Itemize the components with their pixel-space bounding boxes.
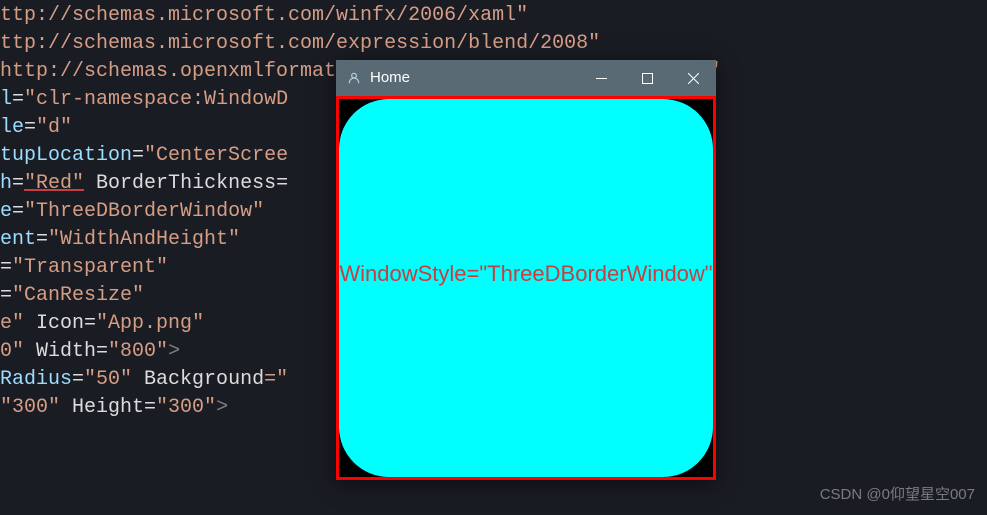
code-text: "ThreeDBorderWindow"	[24, 200, 264, 223]
code-text: ="	[264, 368, 288, 391]
code-text: ttp://schemas.microsoft.com/expression/b…	[0, 32, 600, 55]
code-text: Radius	[0, 368, 72, 391]
code-text: tupLocation	[0, 144, 132, 167]
code-text: "d"	[36, 116, 72, 139]
code-text: e	[0, 200, 12, 223]
code-text: "300"	[0, 396, 60, 419]
titlebar[interactable]: Home	[336, 60, 716, 96]
code-text: "App.png"	[96, 312, 204, 335]
code-text: 0"	[0, 340, 24, 363]
maximize-button[interactable]	[624, 60, 670, 96]
code-text: e"	[0, 312, 24, 335]
window-controls	[578, 60, 716, 96]
rounded-border-shape	[339, 99, 713, 477]
code-text: "clr-namespace:WindowD	[24, 88, 288, 111]
window-title: Home	[370, 64, 578, 92]
code-text: >	[168, 340, 180, 363]
code-text: "Red"	[24, 172, 84, 195]
code-text: h	[0, 172, 12, 195]
code-text: "WidthAndHeight"	[48, 228, 240, 251]
code-text: Background	[132, 368, 264, 391]
minimize-button[interactable]	[578, 60, 624, 96]
code-text: BorderThickness	[84, 172, 276, 195]
code-text: "Transparent"	[12, 256, 168, 279]
code-text: l	[0, 88, 12, 111]
watermark: CSDN @0仰望星空007	[820, 481, 975, 509]
windowstyle-label: WindowStyle="ThreeDBorderWindow"	[336, 260, 716, 288]
wpf-window: Home WindowStyle="ThreeDBorderWindow"	[336, 60, 716, 480]
code-text: ent	[0, 228, 36, 251]
code-text: "CenterScree	[144, 144, 288, 167]
code-text: "50"	[84, 368, 132, 391]
code-text: "300"	[156, 396, 216, 419]
code-text: "800"	[108, 340, 168, 363]
code-text: "CanResize"	[12, 284, 144, 307]
code-text: Width	[24, 340, 96, 363]
code-text: >	[216, 396, 228, 419]
window-client-area	[336, 96, 716, 480]
code-text: Icon	[24, 312, 84, 335]
code-text: ttp://schemas.microsoft.com/winfx/2006/x…	[0, 4, 528, 27]
code-text: Height	[60, 396, 144, 419]
code-text: le	[0, 116, 24, 139]
close-button[interactable]	[670, 60, 716, 96]
app-icon	[346, 70, 362, 86]
